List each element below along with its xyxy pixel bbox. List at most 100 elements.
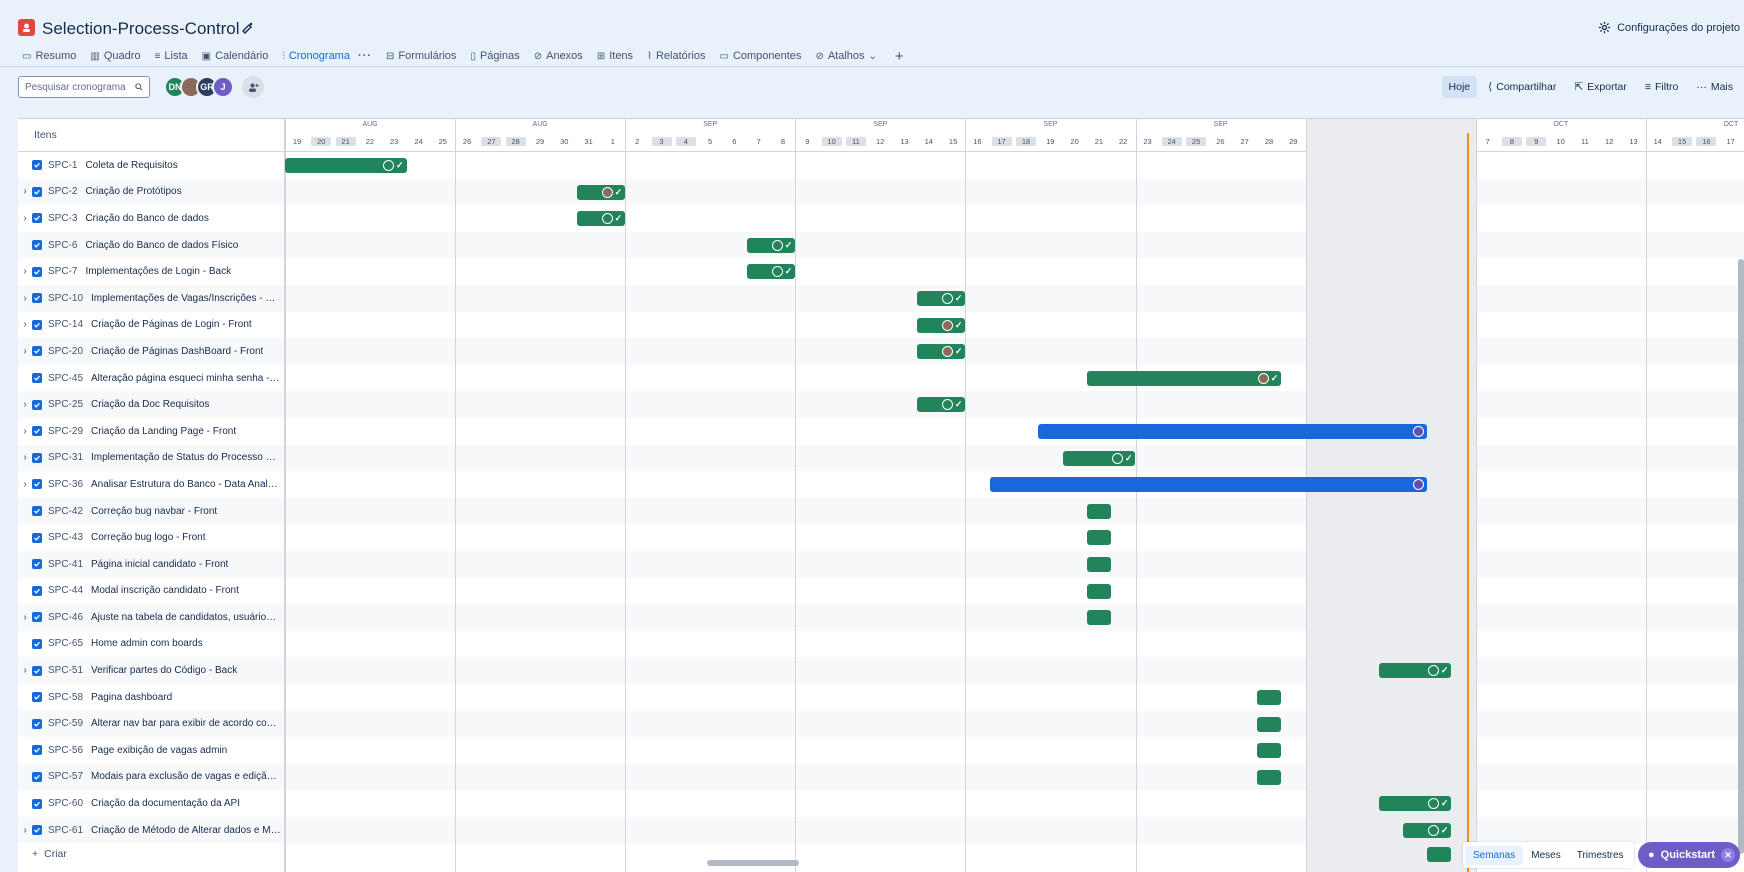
export-button[interactable]: ⇱ Exportar	[1567, 76, 1634, 98]
chevron-right-icon[interactable]: ›	[18, 825, 32, 836]
list-item[interactable]: › SPC-25 Criação da Doc Requisitos	[18, 391, 284, 418]
schedule-bar[interactable]: ✓	[746, 264, 796, 280]
schedule-bar[interactable]	[1427, 846, 1452, 862]
schedule-bar[interactable]	[1257, 743, 1282, 759]
list-item[interactable]: › SPC-29 Criação da Landing Page - Front	[18, 418, 284, 445]
schedule-bar[interactable]: ✓	[576, 184, 626, 200]
item-summary[interactable]: Correção bug navbar - Front	[91, 506, 217, 517]
item-summary[interactable]: Criação da Doc Requisitos	[91, 399, 209, 410]
chevron-right-icon[interactable]: ›	[18, 266, 32, 277]
item-key[interactable]: SPC-60	[48, 798, 83, 809]
item-key[interactable]: SPC-46	[48, 612, 83, 623]
item-summary[interactable]: Página inicial candidato - Front	[91, 559, 228, 570]
chevron-right-icon[interactable]: ›	[18, 665, 32, 676]
list-item[interactable]: › SPC-14 Criação de Páginas de Login - Fro…	[18, 312, 284, 339]
tab-lista[interactable]: ≡ Lista	[155, 47, 188, 65]
item-summary[interactable]: Implementações de Vagas/Inscrições - Bac…	[91, 293, 281, 304]
list-item[interactable]: › SPC-3 Criação do Banco de dados	[18, 205, 284, 232]
schedule-bar[interactable]	[1086, 503, 1112, 519]
item-summary[interactable]: Ajuste na tabela de candidatos, usuários…	[91, 612, 281, 623]
schedule-bar[interactable]: ✓	[1062, 450, 1136, 466]
item-key[interactable]: SPC-61	[48, 825, 83, 836]
item-summary[interactable]: Correção bug logo - Front	[91, 532, 206, 543]
project-settings-button[interactable]: Configurações do projeto	[1598, 21, 1740, 34]
item-key[interactable]: SPC-45	[48, 373, 83, 384]
tab-paginas[interactable]: ▯ Páginas	[470, 47, 519, 65]
chevron-right-icon[interactable]: ›	[18, 346, 32, 357]
item-key[interactable]: SPC-1	[48, 160, 77, 171]
item-key[interactable]: SPC-7	[48, 266, 77, 277]
schedule-bar[interactable]	[1086, 583, 1112, 599]
list-item[interactable]: SPC-44 Modal inscrição candidato - Front	[18, 578, 284, 605]
list-item[interactable]: › SPC-2 Criação de Protótipos	[18, 178, 284, 206]
item-summary[interactable]: Modal inscrição candidato - Front	[91, 585, 239, 596]
tab-quadro[interactable]: ▥ Quadro	[90, 47, 140, 65]
chevron-right-icon[interactable]: ›	[18, 612, 32, 623]
item-key[interactable]: SPC-57	[48, 771, 83, 782]
vertical-scrollbar[interactable]	[1738, 259, 1744, 854]
item-summary[interactable]: Coleta de Requisitos	[85, 160, 177, 171]
item-key[interactable]: SPC-10	[48, 293, 83, 304]
project-avatar-icon[interactable]	[18, 19, 35, 36]
item-summary[interactable]: Criação da documentação da API	[91, 798, 240, 809]
filter-button[interactable]: ≡ Filtro	[1638, 76, 1685, 98]
chevron-right-icon[interactable]: ›	[18, 186, 32, 197]
list-item[interactable]: › SPC-46 Ajuste na tabela de candidatos, u…	[18, 604, 284, 631]
list-item[interactable]: SPC-60 Criação da documentação da API	[18, 790, 284, 817]
item-summary[interactable]: Implementação de Status do Processo Sele…	[91, 452, 281, 463]
schedule-bar[interactable]: ✓	[916, 291, 966, 306]
list-item[interactable]: › SPC-20 Criação de Páginas DashBoard - Fr…	[18, 338, 284, 365]
item-key[interactable]: SPC-3	[48, 213, 77, 224]
schedule-bar[interactable]	[1257, 769, 1282, 785]
item-summary[interactable]: Criação de Páginas DashBoard - Front	[91, 346, 263, 357]
list-item[interactable]: › SPC-36 Analisar Estrutura do Banco - Dat…	[18, 471, 284, 498]
tab-relatorios[interactable]: ⌇ Relatórios	[647, 47, 705, 65]
schedule-bar[interactable]	[1086, 557, 1112, 572]
chevron-right-icon[interactable]: ›	[18, 479, 32, 490]
item-key[interactable]: SPC-41	[48, 559, 83, 570]
avatar[interactable]: J	[212, 76, 234, 98]
item-summary[interactable]: Home admin com boards	[91, 638, 203, 649]
zoom-quarters-button[interactable]: Trimestres	[1569, 846, 1632, 865]
chevron-right-icon[interactable]: ›	[18, 399, 32, 410]
chevron-right-icon[interactable]: ›	[18, 452, 32, 463]
item-key[interactable]: SPC-25	[48, 399, 83, 410]
zoom-months-button[interactable]: Meses	[1523, 846, 1568, 865]
item-summary[interactable]: Analisar Estrutura do Banco - Data Analy…	[91, 479, 281, 490]
item-key[interactable]: SPC-58	[48, 692, 83, 703]
item-key[interactable]: SPC-42	[48, 506, 83, 517]
tab-calendario[interactable]: ▣ Calendário	[202, 47, 269, 65]
item-key[interactable]: SPC-56	[48, 745, 83, 756]
item-summary[interactable]: Criação do Banco de dados	[85, 213, 208, 224]
zoom-weeks-button[interactable]: Semanas	[1465, 845, 1524, 865]
item-summary[interactable]: Criação do Banco de dados Físico	[85, 240, 238, 251]
item-key[interactable]: SPC-51	[48, 665, 83, 676]
more-button[interactable]: ··· Mais	[1689, 76, 1740, 98]
list-item[interactable]: SPC-6 Criação do Banco de dados Físico	[18, 231, 284, 259]
schedule-bar[interactable]	[1257, 716, 1282, 732]
list-item[interactable]: SPC-42 Correção bug navbar - Front	[18, 497, 284, 525]
item-summary[interactable]: Criação de Método de Alterar dados e Mel…	[91, 825, 281, 836]
today-button[interactable]: Hoje	[1441, 76, 1478, 98]
list-item[interactable]: SPC-45 Alteração página esqueci minha sen…	[18, 365, 284, 392]
item-key[interactable]: SPC-43	[48, 532, 83, 543]
list-item[interactable]: SPC-59 Alterar nav bar para exibir de aco…	[18, 710, 284, 738]
share-button[interactable]: ⟨ Compartilhar	[1481, 76, 1563, 98]
tab-componentes[interactable]: ▭ Componentes	[719, 47, 801, 65]
tab-cronograma[interactable]: ⫶ Cronograma ···	[282, 47, 372, 68]
add-tab-button[interactable]: +	[895, 48, 904, 65]
schedule-bar[interactable]: ✓	[1378, 796, 1452, 812]
quickstart-button[interactable]: ● Quickstart ✕	[1638, 842, 1740, 868]
list-item[interactable]: SPC-43 Correção bug logo - Front	[18, 524, 284, 551]
tab-itens[interactable]: ⊞ Itens	[597, 47, 633, 65]
item-key[interactable]: SPC-14	[48, 319, 83, 330]
list-item[interactable]: › SPC-7 Implementações de Login - Back	[18, 258, 284, 285]
item-summary[interactable]: Criação de Protótipos	[85, 186, 181, 197]
item-summary[interactable]: Implementações de Login - Back	[85, 266, 231, 277]
list-item[interactable]: › SPC-51 Verificar partes do Código - Back	[18, 657, 284, 684]
list-item[interactable]: SPC-56 Page exibição de vagas admin	[18, 737, 284, 764]
schedule-bar[interactable]	[989, 477, 1428, 493]
item-key[interactable]: SPC-65	[48, 638, 83, 649]
schedule-bar[interactable]	[1257, 690, 1282, 705]
horizontal-scrollbar[interactable]	[707, 860, 799, 866]
